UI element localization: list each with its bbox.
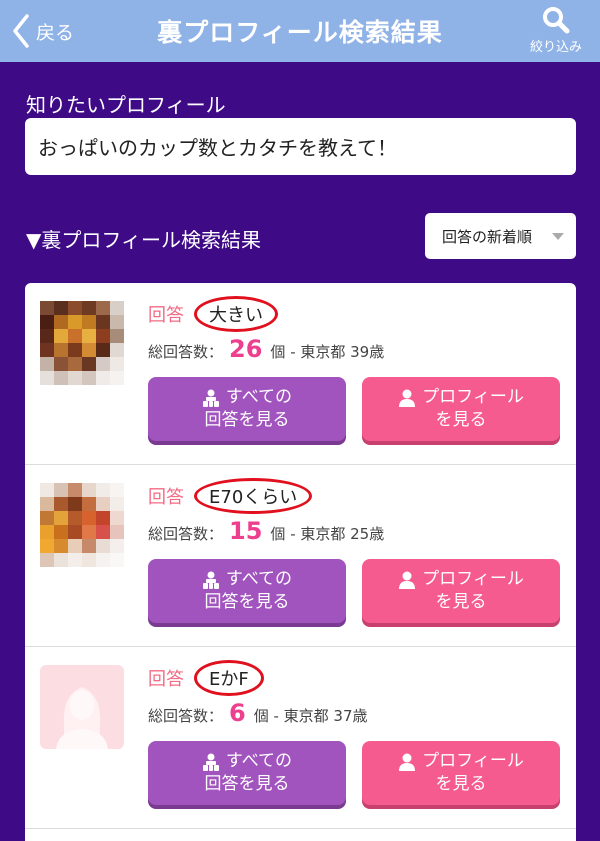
answer-text: 大きい <box>194 296 278 332</box>
button-label: を見る <box>435 592 487 612</box>
group-icon <box>202 753 219 771</box>
result-item: 回答 EかF 総回答数： 6 個 - 東京都 37歳 すべての 回答を見る プロ… <box>25 647 576 829</box>
view-profile-button[interactable]: プロフィール を見る <box>362 741 560 805</box>
answer-row: 回答 E70くらい <box>148 478 313 514</box>
avatar[interactable] <box>40 483 124 567</box>
answer-row: 回答 EかF <box>148 660 264 696</box>
answer-count: 26 <box>229 335 263 363</box>
button-label: 回答を見る <box>204 592 290 612</box>
stats-suffix: 個 - 東京都 37歳 <box>253 707 368 725</box>
group-icon <box>202 389 219 407</box>
view-all-answers-button[interactable]: すべての 回答を見る <box>148 741 346 805</box>
view-profile-button[interactable]: プロフィール を見る <box>362 559 560 623</box>
group-icon <box>202 571 219 589</box>
avatar[interactable] <box>40 301 124 385</box>
answer-label: 回答 <box>148 487 184 508</box>
button-label: プロフィール <box>422 387 524 407</box>
avatar[interactable] <box>40 665 124 749</box>
person-icon <box>399 389 416 407</box>
view-all-answers-button[interactable]: すべての 回答を見る <box>148 559 346 623</box>
question-label: 知りたいプロフィール <box>26 93 226 117</box>
stats-prefix: 総回答数： <box>148 707 224 725</box>
person-icon <box>399 571 416 589</box>
button-label: プロフィール <box>422 569 524 589</box>
answer-count: 6 <box>229 699 246 727</box>
sort-selected-value: 回答の新着順 <box>442 227 533 246</box>
chevron-left-icon <box>13 14 29 48</box>
stats-suffix: 個 - 東京都 39歳 <box>270 343 385 361</box>
person-icon <box>399 753 416 771</box>
stats-row: 総回答数： 6 個 - 東京都 37歳 <box>148 699 368 733</box>
page-title: 裏プロフィール検索結果 <box>157 18 443 47</box>
back-button[interactable]: 戻る <box>12 11 74 51</box>
results-section-title: ▼裏プロフィール検索結果 <box>26 228 261 252</box>
stats-row: 総回答数： 26 個 - 東京都 39歳 <box>148 335 384 369</box>
stats-row: 総回答数： 15 個 - 東京都 25歳 <box>148 517 384 551</box>
question-text: おっぱいのカップ数とカタチを教えて！ <box>25 118 576 175</box>
result-item: 回答 E70くらい 総回答数： 15 個 - 東京都 25歳 すべての 回答を見… <box>25 465 576 647</box>
button-label: すべての <box>225 569 293 589</box>
search-icon <box>543 7 570 34</box>
app-header: 戻る 裏プロフィール検索結果 絞り込み <box>0 0 600 62</box>
filter-button[interactable]: 絞り込み <box>526 6 586 58</box>
answer-count: 15 <box>229 517 263 545</box>
view-profile-button[interactable]: プロフィール を見る <box>362 377 560 441</box>
sort-select[interactable]: 回答の新着順 <box>425 213 576 259</box>
button-label: を見る <box>435 410 487 430</box>
answer-label: 回答 <box>148 669 184 690</box>
view-all-answers-button[interactable]: すべての 回答を見る <box>148 377 346 441</box>
button-label: すべての <box>225 387 293 407</box>
answer-row: 回答 大きい <box>148 296 278 332</box>
button-label: 回答を見る <box>204 774 290 794</box>
filter-label: 絞り込み <box>529 40 582 55</box>
answer-text: E70くらい <box>194 478 313 514</box>
button-label: プロフィール <box>422 751 524 771</box>
result-item: 回答 大きい 総回答数： 26 個 - 東京都 39歳 すべての 回答を見る プ… <box>25 283 576 465</box>
results-list: 回答 大きい 総回答数： 26 個 - 東京都 39歳 すべての 回答を見る プ… <box>25 283 576 841</box>
answer-label: 回答 <box>148 305 184 326</box>
answer-text: EかF <box>194 660 264 696</box>
chevron-down-icon <box>552 233 564 240</box>
stats-suffix: 個 - 東京都 25歳 <box>270 525 385 543</box>
stats-prefix: 総回答数： <box>148 343 224 361</box>
stats-prefix: 総回答数： <box>148 525 224 543</box>
button-label: すべての <box>225 751 293 771</box>
button-label: 回答を見る <box>204 410 290 430</box>
button-label: を見る <box>435 774 487 794</box>
back-label: 戻る <box>36 21 75 44</box>
